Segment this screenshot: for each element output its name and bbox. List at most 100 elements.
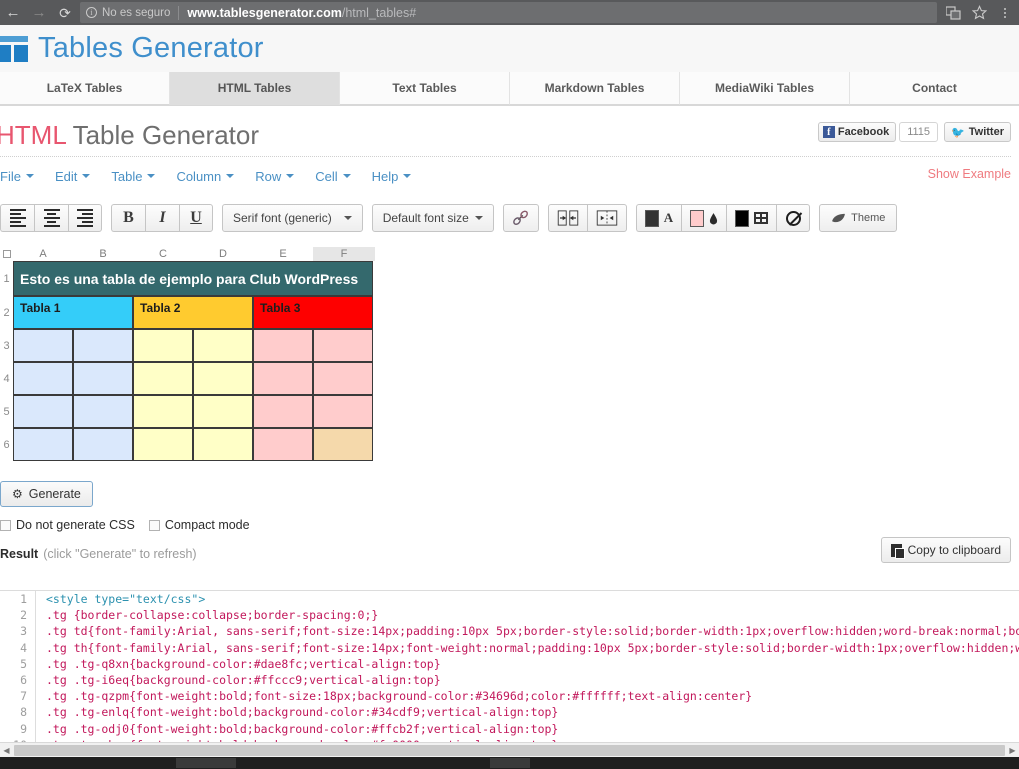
tab-markdown-tables[interactable]: Markdown Tables <box>510 72 680 105</box>
cell-c3[interactable] <box>133 329 193 362</box>
merged-title-cell[interactable]: Esto es una tabla de ejemplo para Club W… <box>13 261 373 296</box>
sheet-row-3: 3 <box>0 329 1011 362</box>
clear-formatting-button[interactable] <box>776 204 811 232</box>
scroll-left-arrow-icon[interactable]: ◀ <box>0 746 13 755</box>
insert-link-button[interactable] <box>502 204 539 232</box>
align-right-button[interactable] <box>68 204 102 232</box>
cell-a6[interactable] <box>13 428 73 461</box>
cell-d5[interactable] <box>193 395 253 428</box>
facebook-share-button[interactable]: f Facebook <box>817 122 897 142</box>
back-arrow-icon[interactable]: ← <box>0 0 26 25</box>
taskbar-item[interactable] <box>176 758 236 768</box>
twitter-share-button[interactable]: 🐦 Twitter <box>944 122 1011 142</box>
menu-row[interactable]: Row <box>255 167 307 186</box>
font-size-select[interactable]: Default font size <box>371 204 494 232</box>
header-cell-tabla-3[interactable]: Tabla 3 <box>253 296 373 329</box>
twitter-label: Twitter <box>968 126 1004 138</box>
row-header-1[interactable]: 1 <box>0 261 13 296</box>
show-example-link[interactable]: Show Example <box>928 167 1011 181</box>
column-header-b[interactable]: B <box>73 247 133 261</box>
cell-c6[interactable] <box>133 428 193 461</box>
address-bar[interactable]: i No es seguro www.tablesgenerator.com/h… <box>80 2 937 23</box>
cell-e5[interactable] <box>253 395 313 428</box>
tab-html-tables[interactable]: HTML Tables <box>170 72 340 105</box>
select-all-corner[interactable] <box>0 247 13 261</box>
column-header-d[interactable]: D <box>193 247 253 261</box>
column-header-e[interactable]: E <box>253 247 313 261</box>
cell-a4[interactable] <box>13 362 73 395</box>
code-editor[interactable]: 1 2 3 4 5 6 7 8 9 10 <style type="text/c… <box>0 591 1019 753</box>
border-grid-icon <box>754 212 769 224</box>
row-header-2[interactable]: 2 <box>0 296 13 329</box>
menu-cell[interactable]: Cell <box>315 167 363 186</box>
row-header-4[interactable]: 4 <box>0 362 13 395</box>
color-button-group: A <box>635 204 811 232</box>
cell-f6[interactable] <box>313 428 373 461</box>
cell-d4[interactable] <box>193 362 253 395</box>
tab-latex-tables[interactable]: LaTeX Tables <box>0 72 170 105</box>
cell-e4[interactable] <box>253 362 313 395</box>
cell-c4[interactable] <box>133 362 193 395</box>
background-color-button[interactable] <box>681 204 727 232</box>
cell-a3[interactable] <box>13 329 73 362</box>
menu-column[interactable]: Column <box>176 167 247 186</box>
theme-button[interactable]: Theme <box>819 204 898 232</box>
merge-cells-button[interactable] <box>547 204 587 232</box>
cell-b6[interactable] <box>73 428 133 461</box>
column-header-f[interactable]: F <box>313 247 375 261</box>
do-not-generate-css-checkbox[interactable] <box>0 519 11 531</box>
column-header-a[interactable]: A <box>13 247 73 261</box>
info-icon: i <box>86 7 97 18</box>
cell-f5[interactable] <box>313 395 373 428</box>
cell-b4[interactable] <box>73 362 133 395</box>
cell-c5[interactable] <box>133 395 193 428</box>
reload-icon[interactable]: ⟳ <box>52 0 78 25</box>
column-header-c[interactable]: C <box>133 247 193 261</box>
row-header-5[interactable]: 5 <box>0 395 13 428</box>
star-icon[interactable] <box>967 0 991 25</box>
text-color-button[interactable]: A <box>635 204 682 232</box>
menu-help[interactable]: Help <box>372 167 425 186</box>
cell-d6[interactable] <box>193 428 253 461</box>
copy-to-clipboard-button[interactable]: Copy to clipboard <box>880 537 1011 563</box>
omnibox-divider <box>178 5 180 20</box>
translate-icon[interactable] <box>941 0 965 25</box>
forward-arrow-icon[interactable]: → <box>26 0 52 25</box>
menu-edit[interactable]: Edit <box>55 167 103 186</box>
kebab-menu-icon[interactable] <box>993 0 1017 25</box>
compact-mode-option[interactable]: Compact mode <box>148 518 250 532</box>
cell-b5[interactable] <box>73 395 133 428</box>
cell-d3[interactable] <box>193 329 253 362</box>
cell-e6[interactable] <box>253 428 313 461</box>
scrollbar-thumb[interactable] <box>14 744 1005 756</box>
tab-contact[interactable]: Contact <box>850 72 1019 105</box>
row-header-3[interactable]: 3 <box>0 329 13 362</box>
underline-button[interactable]: U <box>179 204 213 232</box>
row-header-6[interactable]: 6 <box>0 428 13 461</box>
site-logo-text[interactable]: Tables Generator <box>38 32 264 65</box>
split-cell-button[interactable] <box>586 204 627 232</box>
header-cell-tabla-2[interactable]: Tabla 2 <box>133 296 253 329</box>
header-cell-tabla-1[interactable]: Tabla 1 <box>13 296 133 329</box>
border-color-button[interactable] <box>726 204 777 232</box>
italic-button[interactable]: I <box>145 204 179 232</box>
code-horizontal-scrollbar[interactable]: ◀ ▶ <box>0 742 1019 757</box>
cell-b3[interactable] <box>73 329 133 362</box>
bold-button[interactable]: B <box>111 204 145 232</box>
do-not-generate-css-option[interactable]: Do not generate CSS <box>0 518 135 532</box>
taskbar-item[interactable] <box>490 758 530 768</box>
compact-mode-checkbox[interactable] <box>148 519 160 531</box>
menu-file[interactable]: File <box>0 167 47 186</box>
align-center-button[interactable] <box>34 204 68 232</box>
scroll-right-arrow-icon[interactable]: ▶ <box>1006 746 1019 755</box>
cell-f3[interactable] <box>313 329 373 362</box>
cell-e3[interactable] <box>253 329 313 362</box>
tab-mediawiki-tables[interactable]: MediaWiki Tables <box>680 72 850 105</box>
cell-a5[interactable] <box>13 395 73 428</box>
cell-f4[interactable] <box>313 362 373 395</box>
generate-button[interactable]: ⚙ Generate <box>0 481 93 507</box>
font-family-select[interactable]: Serif font (generic) <box>222 204 363 232</box>
menu-table[interactable]: Table <box>111 167 168 186</box>
align-left-button[interactable] <box>0 204 34 232</box>
tab-text-tables[interactable]: Text Tables <box>340 72 510 105</box>
